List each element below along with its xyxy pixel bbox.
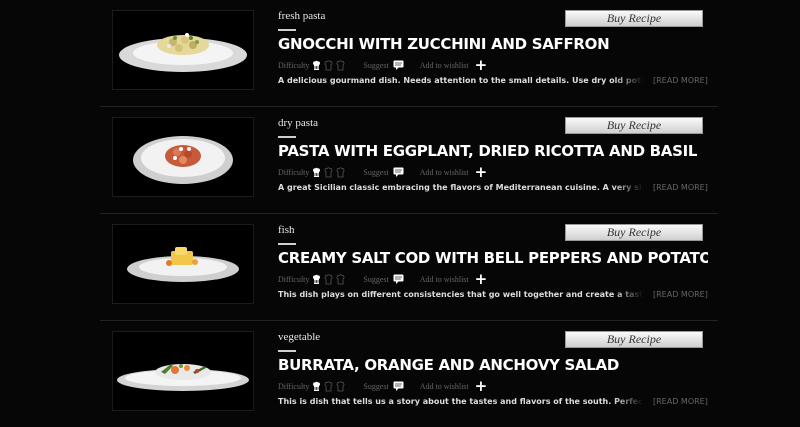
recipe-image[interactable] (112, 331, 254, 411)
recipe-description: This is dish that tells us a story about… (278, 397, 643, 406)
plus-icon[interactable]: + (475, 379, 488, 394)
recipe-image[interactable] (112, 10, 254, 90)
difficulty-label: Difficulty (278, 60, 310, 70)
chef-hat-icon (337, 273, 345, 284)
recipe-item: fish Buy Recipe CREAMY SALT COD WITH BEL… (100, 214, 718, 321)
recipe-description: A great Sicilian classic embracing the f… (278, 183, 643, 192)
recipe-description: This dish plays on different consistenci… (278, 290, 643, 299)
recipe-item: fresh pasta Buy Recipe GNOCCHI WITH ZUCC… (100, 0, 718, 107)
buy-recipe-button[interactable]: Buy Recipe (565, 117, 703, 134)
suggest-label: Suggest (363, 274, 389, 284)
buy-recipe-button[interactable]: Buy Recipe (565, 224, 703, 241)
chef-hat-icon (325, 380, 333, 391)
suggest-label: Suggest (363, 381, 389, 391)
recipe-image[interactable] (112, 117, 254, 197)
chef-hat-icon (337, 59, 345, 70)
chef-hat-icon (325, 59, 333, 70)
recipe-title[interactable]: CREAMY SALT COD WITH BELL PEPPERS AND PO… (278, 249, 708, 267)
chef-hat-icon (325, 166, 333, 177)
difficulty-label: Difficulty (278, 274, 310, 284)
buy-recipe-button[interactable]: Buy Recipe (565, 331, 703, 348)
recipe-description: A delicious gourmand dish. Needs attenti… (278, 76, 643, 85)
wishlist-label: Add to wishlist (419, 167, 469, 177)
chef-hat-icon (337, 166, 345, 177)
plus-icon[interactable]: + (475, 58, 488, 73)
plus-icon[interactable]: + (475, 272, 488, 287)
suggest-label: Suggest (363, 60, 389, 70)
recipe-title[interactable]: GNOCCHI WITH ZUCCHINI AND SAFFRON (278, 35, 708, 53)
recipe-category: dry pasta (278, 117, 319, 129)
recipe-title[interactable]: PASTA WITH EGGPLANT, DRIED RICOTTA AND B… (278, 142, 708, 160)
difficulty-rating (312, 380, 345, 392)
difficulty-rating (312, 273, 345, 285)
speech-bubble-icon[interactable] (393, 274, 404, 284)
recipe-meta: Difficulty Suggest Add to wishlist + (278, 379, 488, 394)
category-underline (278, 350, 296, 352)
read-more-link[interactable]: [READ MORE] (653, 397, 708, 406)
category-underline (278, 243, 296, 245)
recipe-category: fish (278, 224, 295, 236)
wishlist-label: Add to wishlist (419, 381, 469, 391)
recipe-category: fresh pasta (278, 10, 326, 22)
speech-bubble-icon[interactable] (393, 381, 404, 391)
recipe-list: fresh pasta Buy Recipe GNOCCHI WITH ZUCC… (100, 0, 718, 427)
recipe-meta: Difficulty Suggest Add to wishlist + (278, 165, 488, 180)
chef-hat-icon (313, 60, 321, 70)
chef-hat-icon (313, 167, 321, 177)
recipe-image[interactable] (112, 224, 254, 304)
speech-bubble-icon[interactable] (393, 60, 404, 70)
chef-hat-icon (313, 274, 321, 284)
difficulty-rating (312, 59, 345, 71)
recipe-category: vegetable (278, 331, 321, 343)
read-more-link[interactable]: [READ MORE] (653, 76, 708, 85)
chef-hat-icon (313, 381, 321, 391)
recipe-meta: Difficulty Suggest Add to wishlist + (278, 272, 488, 287)
category-underline (278, 136, 296, 138)
chef-hat-icon (337, 380, 345, 391)
chef-hat-icon (325, 273, 333, 284)
recipe-title[interactable]: BURRATA, ORANGE AND ANCHOVY SALAD (278, 356, 708, 374)
read-more-link[interactable]: [READ MORE] (653, 290, 708, 299)
recipe-meta: Difficulty Suggest Add to wishlist + (278, 58, 488, 73)
speech-bubble-icon[interactable] (393, 167, 404, 177)
difficulty-rating (312, 166, 345, 178)
difficulty-label: Difficulty (278, 167, 310, 177)
buy-recipe-button[interactable]: Buy Recipe (565, 10, 703, 27)
suggest-label: Suggest (363, 167, 389, 177)
category-underline (278, 29, 296, 31)
plus-icon[interactable]: + (475, 165, 488, 180)
difficulty-label: Difficulty (278, 381, 310, 391)
recipe-item: dry pasta Buy Recipe PASTA WITH EGGPLANT… (100, 107, 718, 214)
wishlist-label: Add to wishlist (419, 274, 469, 284)
read-more-link[interactable]: [READ MORE] (653, 183, 708, 192)
recipe-item: vegetable Buy Recipe BURRATA, ORANGE AND… (100, 321, 718, 427)
wishlist-label: Add to wishlist (419, 60, 469, 70)
